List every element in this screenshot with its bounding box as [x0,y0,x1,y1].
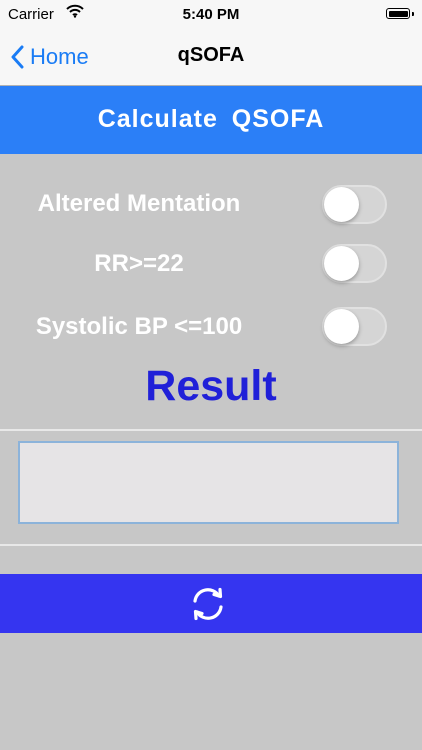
result-heading: Result [145,362,277,410]
systolic-bp-toggle[interactable] [322,307,387,346]
result-output-field[interactable] [18,441,399,524]
calculate-header: Calculate QSOFA [0,86,422,154]
toggle-knob [324,309,359,344]
status-bar: Carrier 5:40 PM [0,0,422,30]
altered-mentation-toggle[interactable] [322,185,387,224]
criterion-label-systolic-bp: Systolic BP <=100 [35,313,243,340]
criterion-label-altered-mentation: Altered Mentation [37,190,241,217]
toggle-knob [324,187,359,222]
divider [0,544,422,546]
clock-time: 5:40 PM [182,6,240,23]
page-title: qSOFA [177,44,245,66]
criterion-label-respiratory-rate: RR>=22 [94,250,184,277]
respiratory-rate-toggle[interactable] [322,244,387,283]
refresh-icon [189,585,227,628]
reset-button[interactable] [0,574,422,633]
divider [0,429,422,431]
navigation-bar: Home qSOFA [0,30,422,86]
calculate-header-label: Calculate QSOFA [97,105,325,133]
battery-icon [386,8,414,19]
toggle-knob [324,246,359,281]
